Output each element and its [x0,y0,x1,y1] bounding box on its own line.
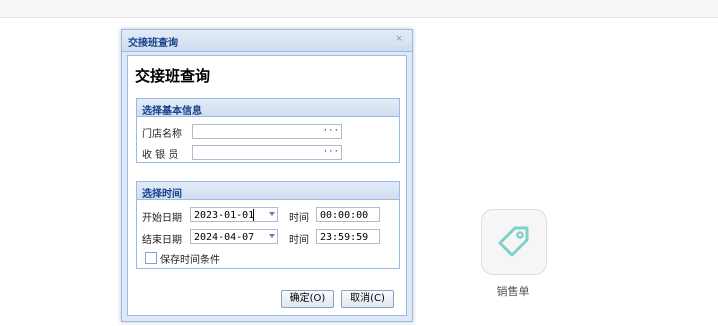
app-tile-label: 销售单 [496,285,530,298]
close-icon[interactable]: ⨯ [392,34,406,46]
time-fieldset: 选择时间 开始日期 2023-01-01 时间 00:00:00 结束日期 20… [136,181,400,269]
store-picker-trigger[interactable]: ··· [323,125,339,138]
chevron-down-icon[interactable] [269,212,275,216]
end-time-label: 时间 [289,235,309,246]
end-time-input[interactable]: 23:59:59 [316,229,380,244]
start-time-value: 00:00:00 [320,210,369,221]
end-date-label: 结束日期 [142,235,182,246]
end-time-value: 23:59:59 [320,232,369,243]
save-time-checkbox[interactable] [145,252,157,264]
save-time-label: 保存时间条件 [160,255,220,266]
basic-info-fieldset: 选择基本信息 门店名称 ··· 收 银 员 ··· [136,98,400,163]
shift-query-dialog: 交接班查询 ⨯ 交接班查询 选择基本信息 门店名称 ··· 收 银 员 ··· … [121,29,413,322]
tag-icon [495,222,533,263]
start-time-input[interactable]: 00:00:00 [316,207,380,222]
dialog-header: 交接班查询 ⨯ [122,30,412,52]
cashier-picker-trigger[interactable]: ··· [323,146,339,159]
store-name-label: 门店名称 [142,129,182,140]
cashier-input[interactable]: ··· [192,145,342,160]
text-caret [253,209,254,221]
basic-info-header: 选择基本信息 [137,99,399,117]
sales-order-app-tile[interactable] [481,209,547,275]
start-date-value: 2023-01-01 [194,210,255,221]
end-date-input[interactable]: 2024-04-07 [190,229,278,244]
dialog-window-title: 交接班查询 [128,38,178,49]
start-date-label: 开始日期 [142,213,182,224]
cashier-label: 收 银 员 [142,150,179,161]
time-header: 选择时间 [137,182,399,200]
basic-info-legend: 选择基本信息 [142,106,202,117]
top-band [0,0,718,18]
store-name-input[interactable]: ··· [192,124,342,139]
time-legend: 选择时间 [142,189,182,200]
end-date-value: 2024-04-07 [194,232,255,243]
ok-button[interactable]: 确定(O) [281,290,334,308]
page-title: 交接班查询 [135,67,211,85]
start-time-label: 时间 [289,213,309,224]
start-date-input[interactable]: 2023-01-01 [190,207,278,222]
chevron-down-icon[interactable] [269,234,275,238]
dialog-body: 交接班查询 选择基本信息 门店名称 ··· 收 银 员 ··· 选择时间 开始日… [127,55,407,316]
cancel-button[interactable]: 取消(C) [341,290,394,308]
